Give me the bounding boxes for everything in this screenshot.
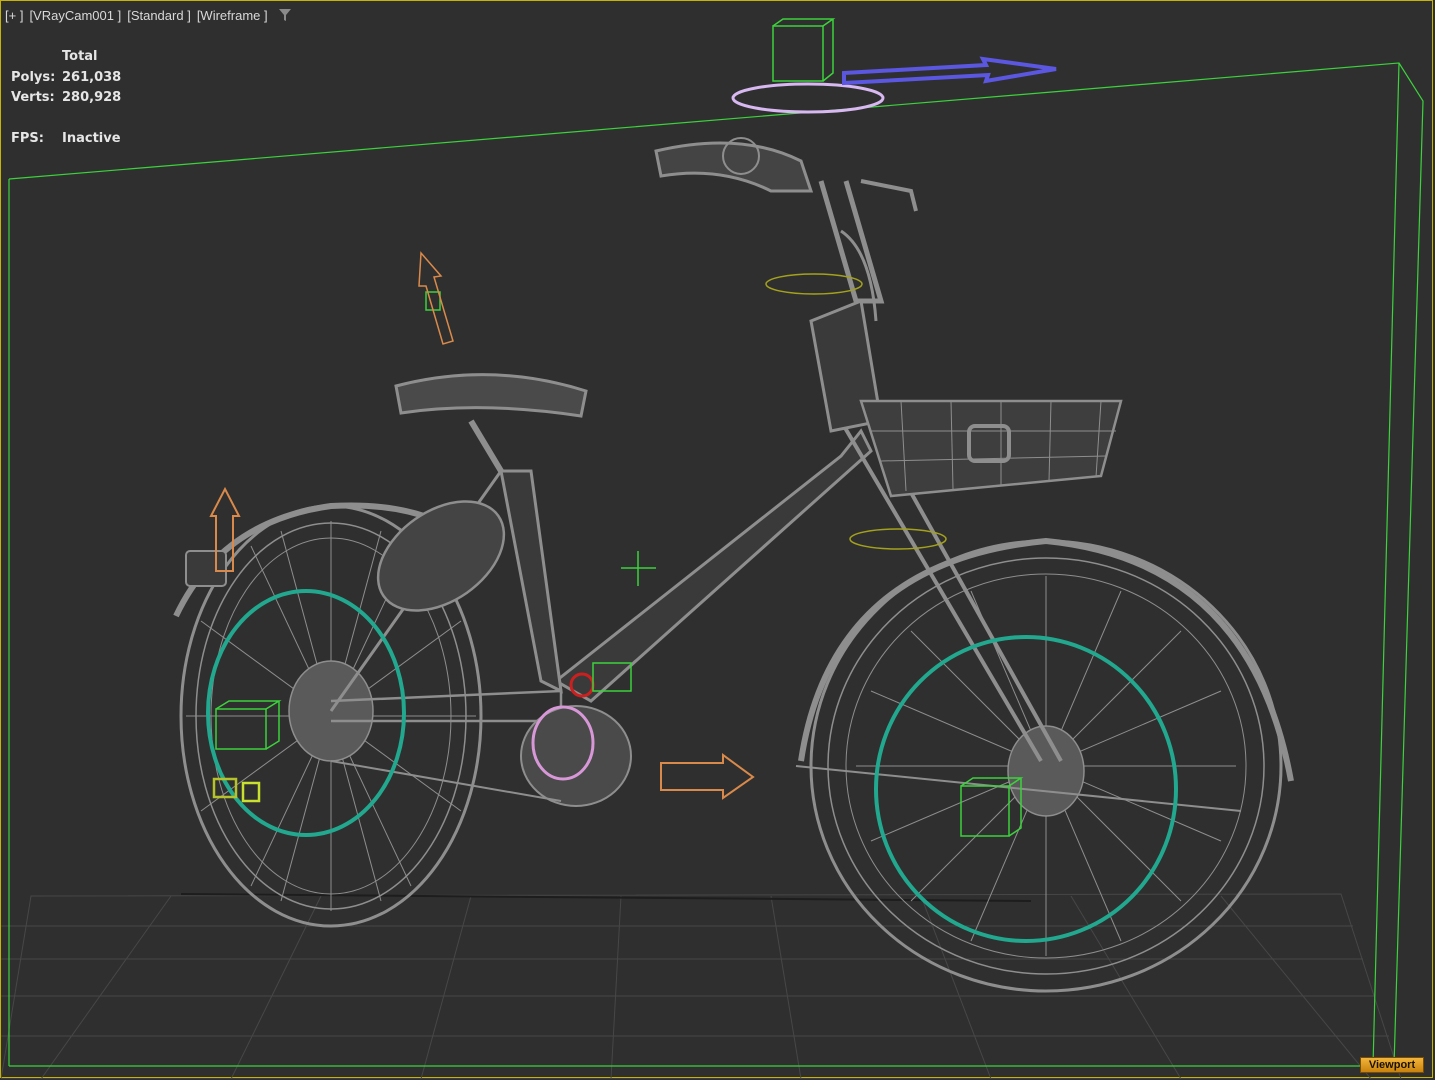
front-wheel <box>798 537 1294 993</box>
viewport[interactable]: [+ ] [VRayCam001 ] [Standard ] [Wirefram… <box>0 0 1434 1079</box>
viewport-badge[interactable]: Viewport <box>1360 1057 1424 1073</box>
scene-canvas[interactable] <box>1 1 1434 1079</box>
